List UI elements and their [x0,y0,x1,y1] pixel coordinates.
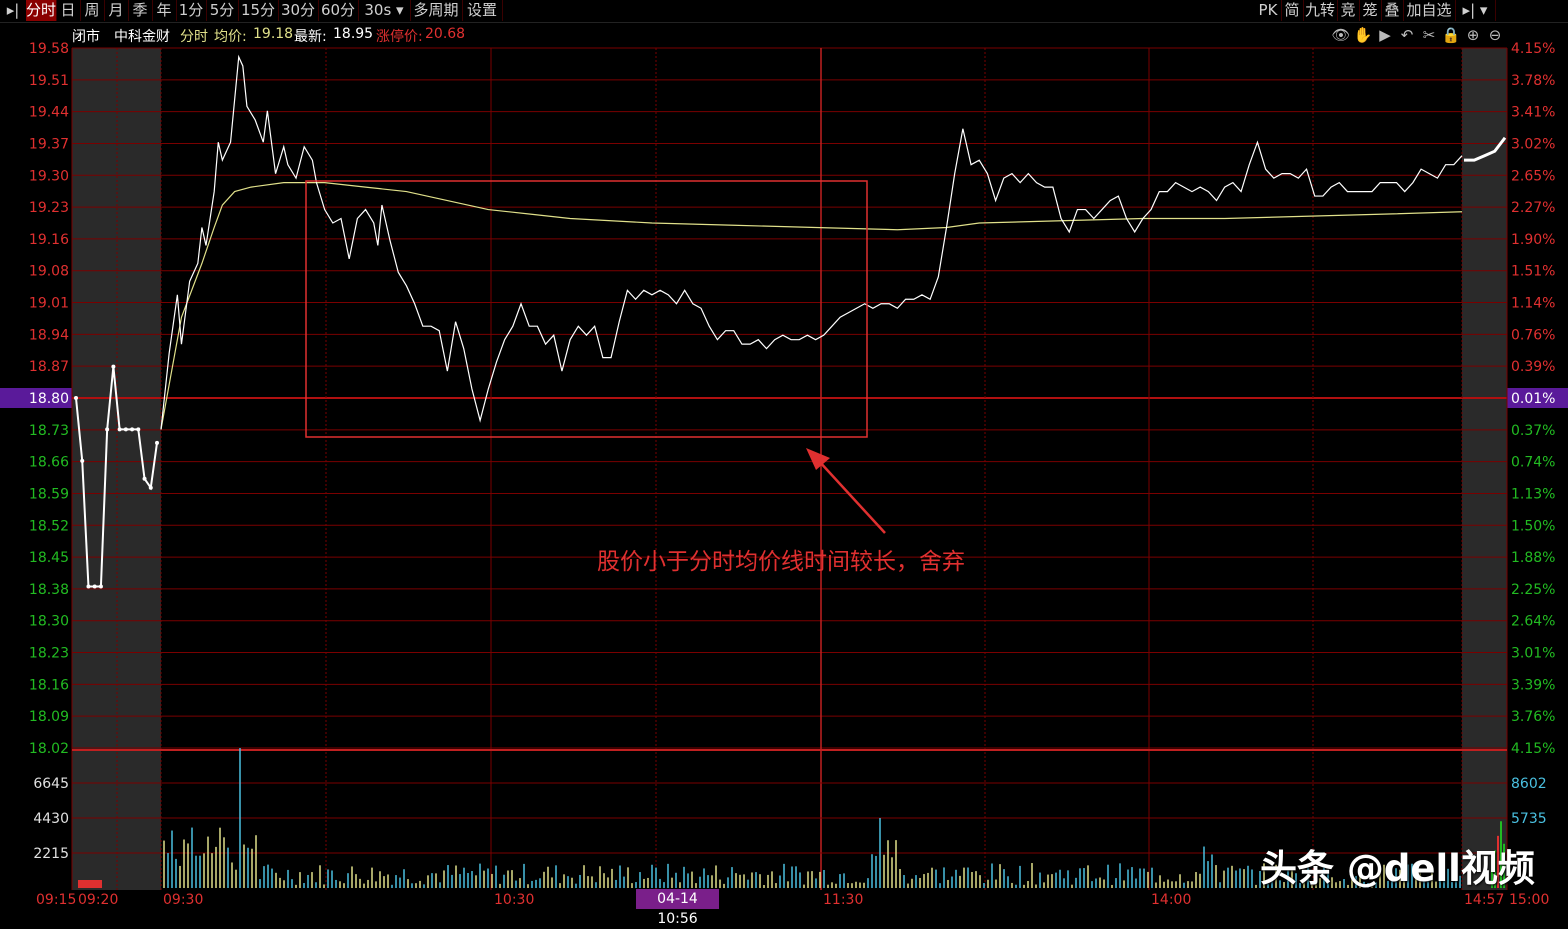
y-tick-right: 0.39% [1511,359,1555,375]
y-tick-left: 18.30 [29,614,69,630]
y-tick-left: 18.45 [29,550,69,566]
y-tick-left: 19.23 [29,200,69,216]
y-tick-left: 18.66 [29,455,69,471]
y-tick-right: 2.64% [1511,614,1555,630]
watermark: 头条 @dell视频 [1260,847,1535,890]
x-tick: 10:30 [494,892,534,908]
y-tick-right: 1.50% [1511,518,1555,534]
y-tick-right: 2.25% [1511,582,1555,598]
y-tick-right: 0.01% [1511,391,1555,407]
auction-dot [142,476,147,481]
y-tick-left: 19.58 [29,41,69,57]
y-tick-right: 2.27% [1511,200,1555,216]
x-tick: 09:15 [36,892,76,908]
y-tick-right: 3.41% [1511,105,1555,121]
y-tick-right: 0.76% [1511,327,1555,343]
avg-line [160,182,1463,430]
y-tick-left: 18.38 [29,582,69,598]
x-tick: 09:20 [78,892,118,908]
x-tick: 15:00 [1509,892,1549,908]
y-tick-left: 18.16 [29,677,69,693]
auction-dot [92,584,97,589]
intraday-chart: 19.58 4.15% 19.51 3.78% 19.44 3.41% 19.37 3.02%… [0,41,1568,908]
y-tick-right: 1.14% [1511,296,1555,312]
y-tick-left: 18.73 [29,423,69,439]
vol-tick-left: 6645 [33,776,69,792]
y-tick-right: 3.39% [1511,677,1555,693]
y-tick-right: 1.90% [1511,232,1555,248]
y-tick-right: 3.76% [1511,709,1555,725]
y-tick-left: 18.94 [29,327,69,343]
y-tick-left: 18.09 [29,709,69,725]
y-tick-left: 18.80 [29,391,69,407]
x-tick: 11:30 [823,892,863,908]
x-tick: 09:30 [163,892,203,908]
cursor-time: 04-14 10:56 [636,889,719,927]
y-tick-left: 18.02 [29,741,69,757]
x-tick: 14:57 [1464,892,1504,908]
auction-volume [78,880,102,888]
y-tick-right: 0.37% [1511,423,1555,439]
annotation-arrow-head [806,448,830,470]
auction-dot [105,427,110,432]
vol-tick-left: 2215 [33,846,69,862]
y-tick-right: 4.15% [1511,741,1555,757]
auction-dot [136,427,141,432]
y-tick-left: 19.37 [29,136,69,152]
y-tick-left: 19.16 [29,232,69,248]
y-tick-left: 18.23 [29,646,69,662]
auction-dot [148,485,153,490]
y-tick-right: 3.01% [1511,646,1555,662]
y-tick-left: 19.30 [29,168,69,184]
x-tick: 14:00 [1151,892,1191,908]
auction-dot [80,458,85,463]
auction-dot [117,427,122,432]
y-tick-left: 19.44 [29,105,69,121]
y-tick-left: 19.51 [29,73,69,89]
y-tick-right: 1.88% [1511,550,1555,566]
auction-dot [123,427,128,432]
y-tick-right: 1.51% [1511,264,1555,280]
y-tick-right: 4.15% [1511,41,1555,57]
auction-dot [74,396,78,400]
y-tick-left: 18.59 [29,486,69,502]
auction-dot [130,427,135,432]
y-tick-right: 1.13% [1511,486,1555,502]
y-tick-left: 18.52 [29,518,69,534]
y-tick-right: 3.02% [1511,136,1555,152]
auction-dot [155,440,159,445]
y-tick-right: 3.78% [1511,73,1555,89]
vol-tick-left: 4430 [33,811,69,827]
y-tick-right: 2.65% [1511,168,1555,184]
y-tick-left: 18.87 [29,359,69,375]
price-line [160,54,1463,430]
auction-dot [86,584,91,589]
annotation-arrow [817,459,886,534]
y-tick-right: 0.74% [1511,455,1555,471]
auction-dot [98,584,103,589]
vol-tick-right: 5735 [1511,811,1547,827]
annotation-text: 股价小于分时均价线时间较长，舍弃 [597,549,965,575]
y-tick-left: 19.01 [29,296,69,312]
auction-dot [111,364,116,369]
y-tick-left: 19.08 [29,264,69,280]
close-auction-bg [1462,48,1507,890]
vol-tick-right: 8602 [1511,776,1547,792]
